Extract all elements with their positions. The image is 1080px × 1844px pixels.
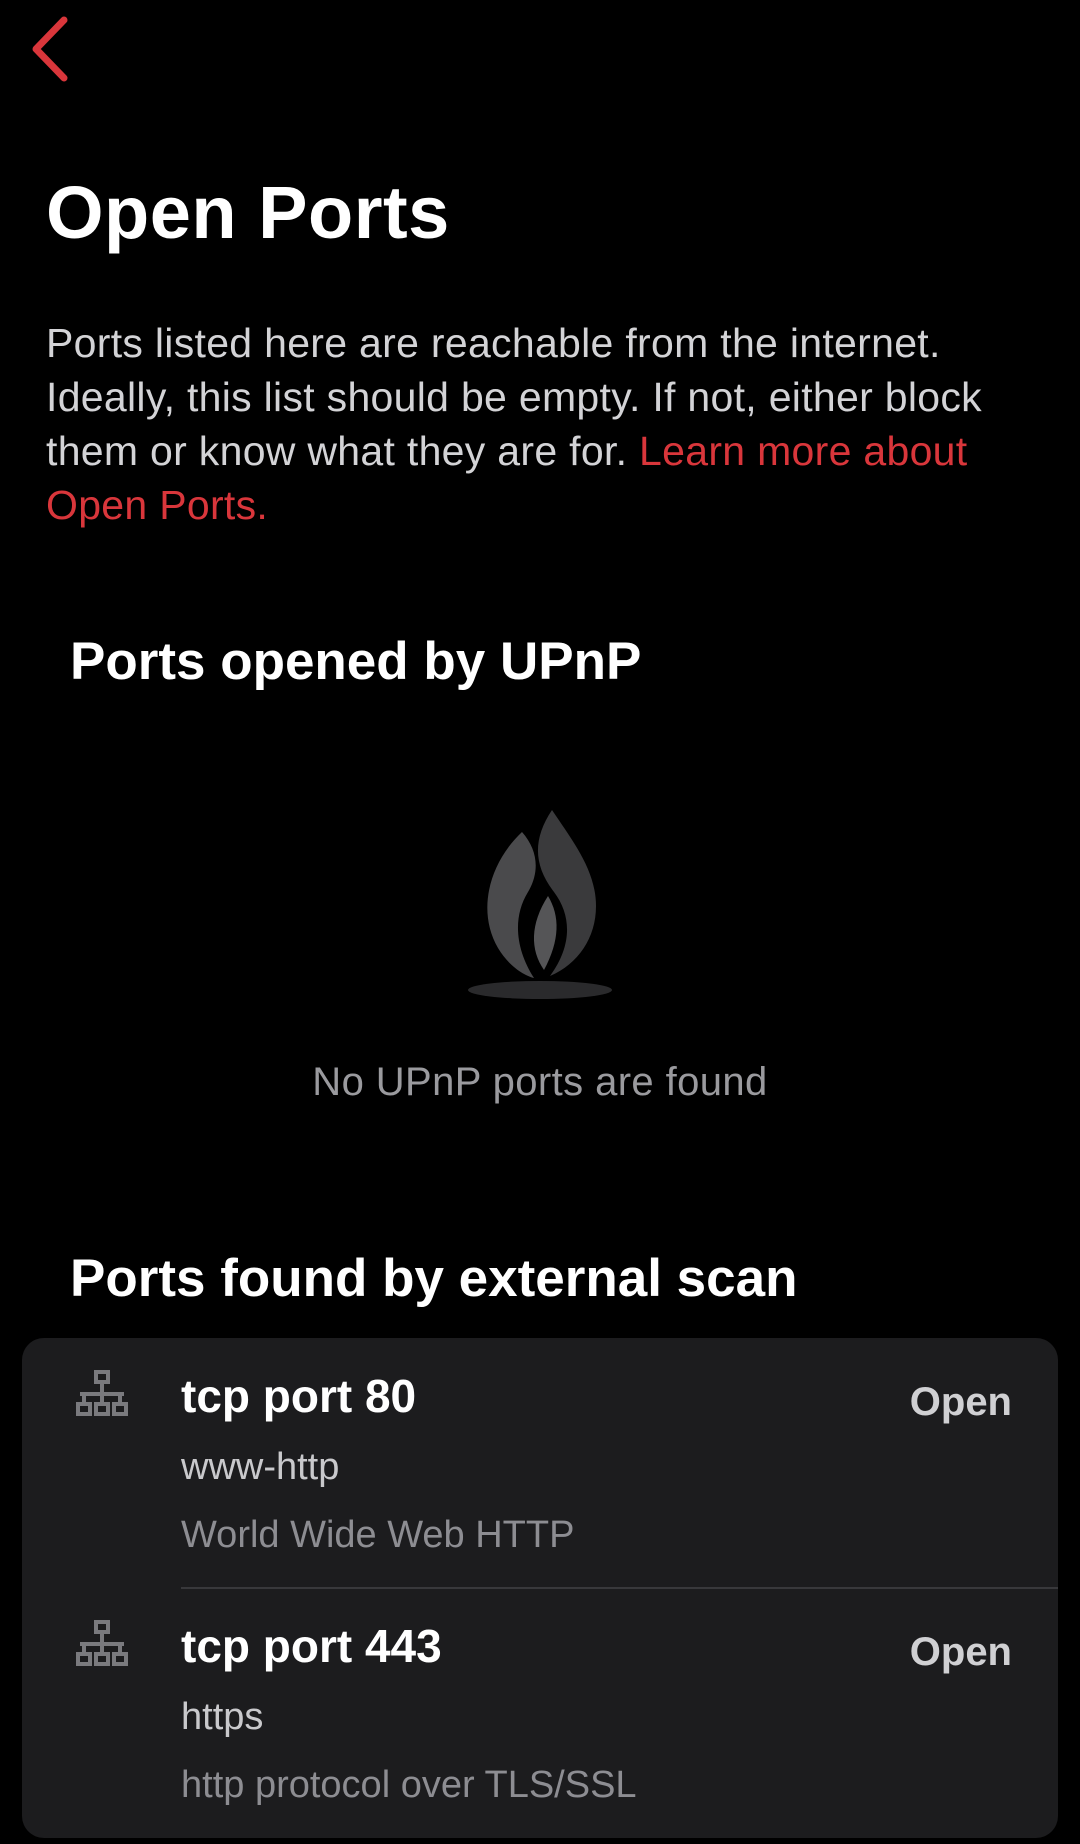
upnp-section-heading: Ports opened by UPnP xyxy=(70,632,642,691)
port-status: Open xyxy=(909,1380,1012,1424)
chevron-left-icon xyxy=(32,16,68,82)
back-button[interactable] xyxy=(30,14,86,84)
port-name: tcp port 80 xyxy=(181,1370,417,1422)
upnp-empty-state: No UPnP ports are found xyxy=(0,800,1080,1105)
network-icon xyxy=(76,1620,128,1666)
port-description: World Wide Web HTTP xyxy=(181,1514,575,1556)
port-status: Open xyxy=(909,1630,1012,1674)
port-name: tcp port 443 xyxy=(181,1620,442,1672)
page-title: Open Ports xyxy=(46,171,450,254)
scan-section-heading: Ports found by external scan xyxy=(70,1249,798,1308)
flame-logo-icon xyxy=(468,810,612,999)
port-service: www-http xyxy=(181,1446,340,1488)
port-service: https xyxy=(181,1696,264,1738)
page-description: Ports listed here are reachable from the… xyxy=(46,316,1056,532)
ports-list: tcp port 80 www-http World Wide Web HTTP… xyxy=(22,1338,1058,1838)
port-row[interactable]: tcp port 443 https http protocol over TL… xyxy=(22,1588,1058,1838)
port-row[interactable]: tcp port 80 www-http World Wide Web HTTP… xyxy=(22,1338,1058,1589)
port-description: http protocol over TLS/SSL xyxy=(181,1764,637,1806)
upnp-empty-text: No UPnP ports are found xyxy=(312,1060,768,1104)
network-icon xyxy=(76,1370,128,1416)
